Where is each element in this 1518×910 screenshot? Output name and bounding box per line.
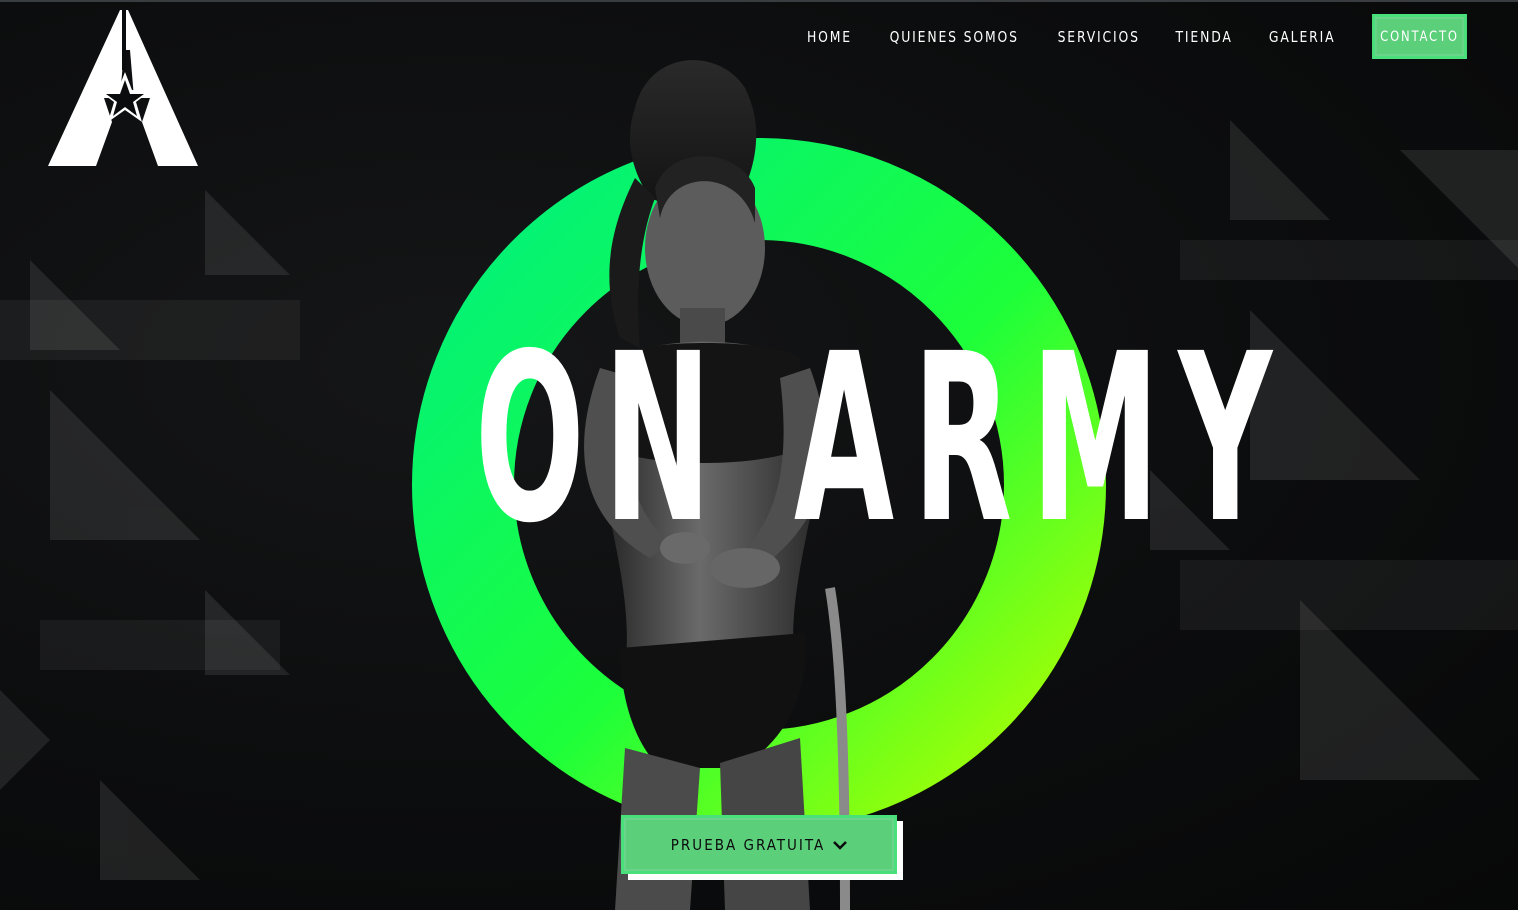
star-a-logo-icon[interactable] <box>46 10 200 166</box>
hero-headline: ON ARMY <box>474 304 1291 574</box>
nav-item-tienda[interactable]: TIENDA <box>1176 28 1233 46</box>
nav-item-home[interactable]: HOME <box>807 28 852 46</box>
free-trial-label: PRUEBA GRATUITA <box>670 835 826 854</box>
main-nav: HOME QUIENES SOMOS SERVICIOS TIENDA GALE… <box>805 11 1471 62</box>
free-trial-button[interactable]: PRUEBA GRATUITA <box>621 815 897 874</box>
nav-item-servicios[interactable]: SERVICIOS <box>1058 28 1140 46</box>
contact-button[interactable]: CONTACTO <box>1372 14 1467 59</box>
chevron-down-icon <box>833 840 848 850</box>
nav-item-quienes-somos[interactable]: QUIENES SOMOS <box>889 28 1018 46</box>
page: HOME QUIENES SOMOS SERVICIOS TIENDA GALE… <box>0 0 1518 910</box>
nav-item-galeria[interactable]: GALERIA <box>1269 28 1336 46</box>
